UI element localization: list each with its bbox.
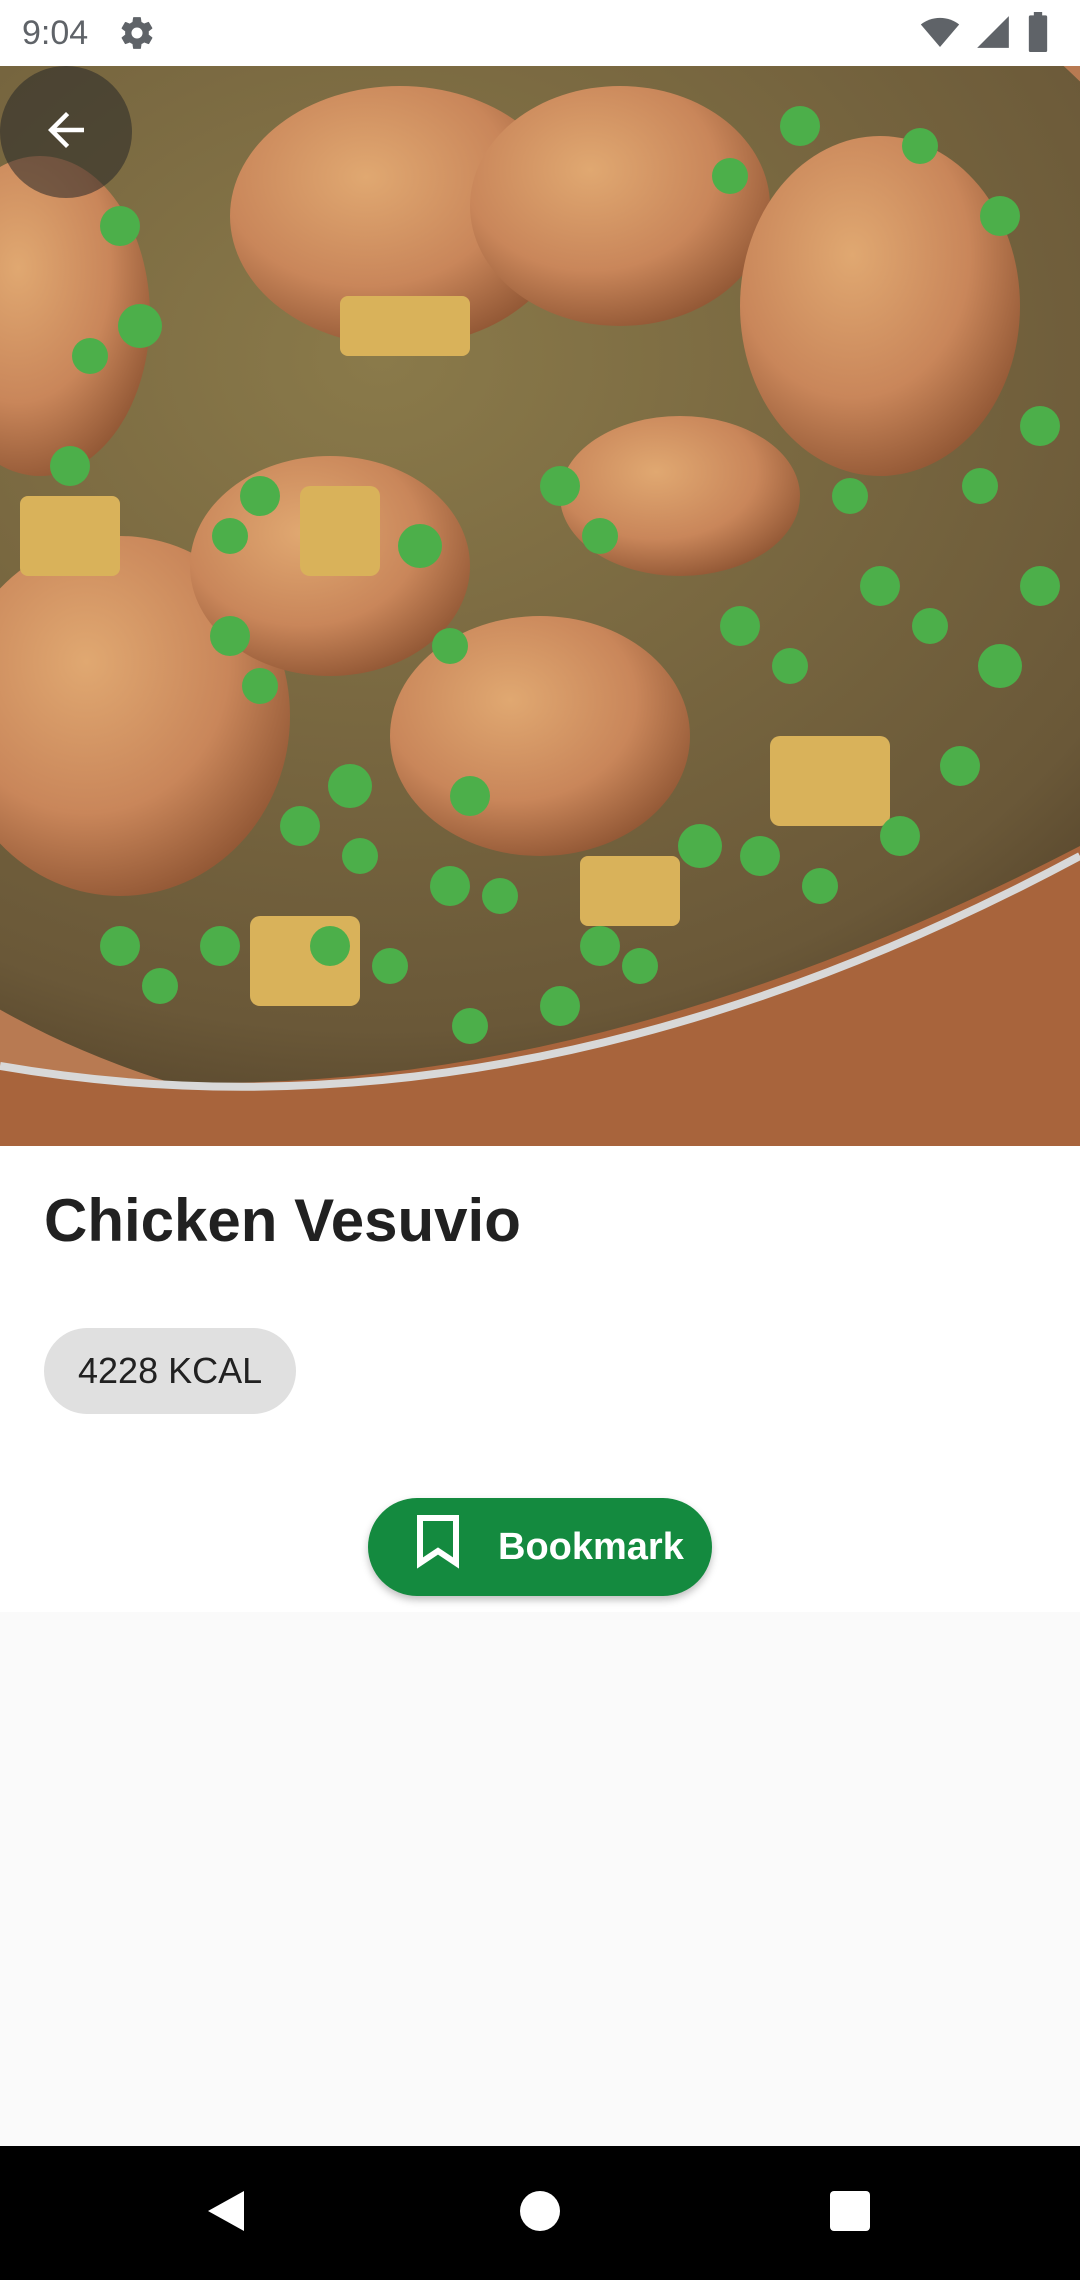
back-triangle-icon xyxy=(204,2187,248,2240)
wifi-icon xyxy=(920,12,960,57)
nav-recents-button[interactable] xyxy=(790,2146,910,2280)
arrow-back-icon xyxy=(39,103,93,162)
recipe-hero-image xyxy=(0,66,1080,1146)
recipe-details: Chicken Vesuvio 4228 KCAL Bookmark xyxy=(0,1146,1080,1612)
battery-icon xyxy=(1026,12,1050,57)
home-circle-icon xyxy=(518,2189,562,2238)
gear-icon xyxy=(118,14,156,52)
nav-home-button[interactable] xyxy=(480,2146,600,2280)
back-button[interactable] xyxy=(0,66,132,198)
bookmark-icon xyxy=(414,1515,462,1579)
signal-icon xyxy=(974,13,1012,56)
recipe-title: Chicken Vesuvio xyxy=(44,1187,521,1254)
system-nav-bar xyxy=(0,2146,1080,2280)
status-time: 9:04 xyxy=(22,13,89,52)
bookmark-label: Bookmark xyxy=(498,1525,684,1568)
calories-chip: 4228 KCAL xyxy=(44,1328,297,1414)
recents-square-icon xyxy=(829,2190,871,2237)
bookmark-button[interactable]: Bookmark xyxy=(368,1498,712,1596)
nav-back-button[interactable] xyxy=(166,2146,286,2280)
status-bar: 9:04 xyxy=(0,0,1080,66)
